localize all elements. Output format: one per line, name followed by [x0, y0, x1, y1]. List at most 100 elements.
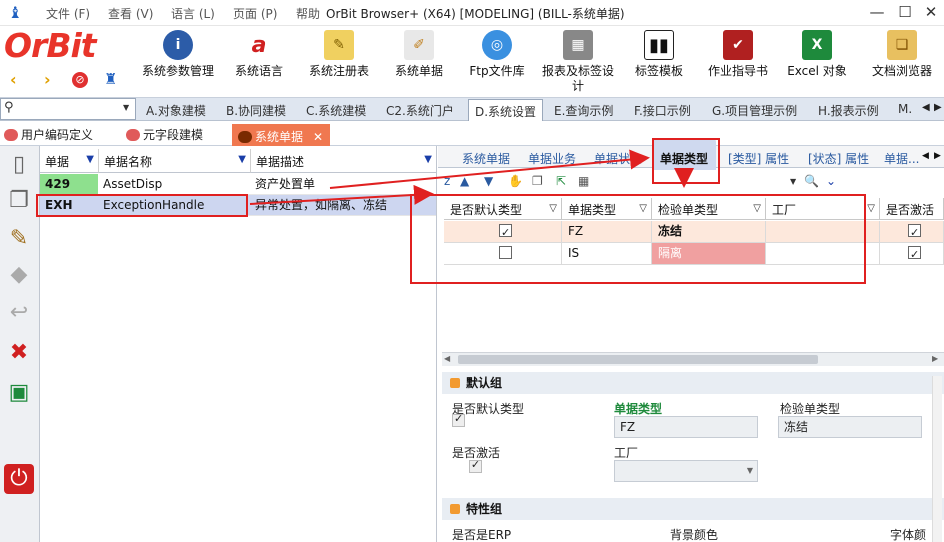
toolbar-button-system-params[interactable]: i 系统参数管理: [140, 28, 216, 94]
tab-document-status[interactable]: 单据状态: [594, 150, 642, 167]
tab-system-settings[interactable]: D.系统设置: [468, 99, 544, 121]
menu-language[interactable]: 语言 (L): [171, 5, 215, 22]
save-icon[interactable]: ◆: [4, 260, 34, 290]
table-row-desc[interactable]: 资产处置单: [250, 174, 436, 195]
table-row-code[interactable]: 429: [40, 174, 98, 195]
excel-icon: X: [802, 30, 832, 60]
erp-label: 是否是ERP: [452, 528, 512, 542]
tab-system-document[interactable]: 系统单据: [462, 150, 510, 167]
tab-document-business[interactable]: 单据业务: [528, 150, 576, 167]
menu-view[interactable]: 查看 (V): [108, 5, 153, 22]
col-header-code[interactable]: 单据 ▼: [40, 149, 98, 173]
users-icon: [126, 128, 140, 141]
factory-select[interactable]: ▼: [614, 460, 758, 482]
close-tab-icon[interactable]: ✕: [313, 130, 323, 144]
tab-collab-modeling[interactable]: B.协同建模: [226, 102, 286, 119]
horizontal-scrollbar[interactable]: ◀ ▶: [442, 352, 944, 366]
copy-icon[interactable]: ❐: [532, 174, 543, 188]
minimize-button[interactable]: —: [866, 2, 888, 22]
tab-report-examples[interactable]: H.报表示例: [818, 102, 879, 119]
maximize-button[interactable]: ☐: [894, 2, 916, 22]
move-up-icon[interactable]: ▲: [460, 174, 469, 188]
home-icon[interactable]: ♜: [104, 70, 117, 88]
tab-scroll-right-icon[interactable]: ▶: [934, 102, 942, 113]
tab-document-more[interactable]: 单据...: [884, 150, 919, 167]
hand-icon[interactable]: ✋: [508, 174, 523, 188]
menu-help[interactable]: 帮助: [296, 5, 320, 22]
dropdown-icon[interactable]: ▼: [790, 177, 796, 186]
tab-status-attributes[interactable]: [状态] 属性: [808, 150, 869, 167]
col-header-name[interactable]: 单据名称 ▼: [98, 149, 250, 173]
scroll-left-icon[interactable]: ◀: [444, 354, 450, 363]
tab-object-modeling[interactable]: A.对象建模: [146, 102, 206, 119]
group-header-default[interactable]: 默认组: [442, 372, 944, 394]
export-icon[interactable]: ⇱: [556, 174, 566, 188]
tab-interface-examples[interactable]: F.接口示例: [634, 102, 691, 119]
doc-type-label: 单据类型: [614, 402, 663, 416]
toolbar-button-system-registry[interactable]: ✎ 系统注册表: [304, 28, 374, 94]
barcode-icon: ▮▮: [644, 30, 674, 60]
chevron-down-icon[interactable]: ▼: [747, 461, 753, 481]
scroll-thumb[interactable]: [458, 355, 818, 364]
is-default-checkbox[interactable]: [452, 412, 465, 427]
doc-type-field[interactable]: FZ: [614, 416, 758, 438]
checkbox-active[interactable]: [880, 221, 944, 243]
vertical-scrollbar[interactable]: [932, 376, 942, 542]
toolbar-button-label-template[interactable]: ▮▮ 标签模板: [630, 28, 688, 94]
doc-tab-user-code[interactable]: 用户编码定义: [4, 126, 93, 143]
tab-project-mgmt[interactable]: G.项目管理示例: [712, 102, 797, 119]
filter-icon[interactable]: ▼: [238, 154, 246, 165]
active-checkbox[interactable]: [468, 458, 482, 473]
orbit-logo: OrBit: [4, 26, 97, 65]
col-header-active[interactable]: 是否激活: [880, 198, 944, 220]
filter-icon[interactable]: ▼: [424, 154, 432, 165]
group-header-properties[interactable]: 特性组: [442, 498, 944, 520]
tab-scroll-left-icon[interactable]: ◀: [922, 151, 929, 161]
checkbox-active[interactable]: [880, 243, 944, 265]
toolbar-button-report-label-design[interactable]: ▦ 报表及标签设计: [540, 28, 616, 94]
doc-tab-system-document[interactable]: 系统单据 ✕: [232, 124, 330, 146]
forward-arrow-icon[interactable]: ›: [44, 70, 51, 89]
chevron-down-icon[interactable]: ▼: [123, 103, 129, 112]
edit-icon[interactable]: ✎: [4, 224, 34, 254]
toolbar-button-system-language[interactable]: a 系统语言: [230, 28, 288, 94]
tab-system-modeling[interactable]: C.系统建模: [306, 102, 366, 119]
exit-icon[interactable]: ⏻: [4, 464, 34, 494]
check-type-field[interactable]: 冻结: [778, 416, 922, 438]
sort-icon[interactable]: z: [444, 174, 450, 188]
toolbar-button-excel-object[interactable]: X Excel 对象: [784, 28, 850, 94]
doc-tab-meta-field[interactable]: 元字段建模: [126, 126, 203, 143]
tab-query-examples[interactable]: E.查询示例: [554, 102, 613, 119]
filter-icon[interactable]: ▼: [86, 154, 94, 165]
export-excel-icon[interactable]: ▣: [4, 378, 34, 408]
expand-icon[interactable]: ⌄: [826, 174, 836, 188]
copy-document-icon[interactable]: ❐: [4, 186, 34, 216]
table-row-name[interactable]: AssetDisp: [98, 174, 250, 195]
delete-icon[interactable]: ✖: [4, 338, 34, 368]
tab-scroll-right-icon[interactable]: ▶: [934, 151, 941, 161]
tab-system-portal[interactable]: C2.系统门户: [386, 102, 454, 119]
stop-icon[interactable]: ⊘: [72, 72, 88, 88]
menu-file[interactable]: 文件 (F): [46, 5, 90, 22]
toolbar-button-ftp[interactable]: ◎ Ftp文件库: [466, 28, 528, 94]
filter-icon[interactable]: ▽: [867, 203, 875, 214]
new-document-icon[interactable]: ▯: [4, 150, 34, 180]
scroll-right-icon[interactable]: ▶: [932, 354, 938, 363]
menu-page[interactable]: 页面 (P): [233, 5, 277, 22]
find-icon[interactable]: 🔍: [804, 174, 819, 188]
undo-icon[interactable]: ↩: [4, 298, 34, 328]
close-button[interactable]: ✕: [920, 2, 942, 22]
tab-scroll-left-icon[interactable]: ◀: [922, 102, 930, 113]
toolbar-button-work-instruction[interactable]: ✔ 作业指导书: [702, 28, 774, 94]
grid-icon[interactable]: ▦: [578, 174, 589, 188]
move-down-icon[interactable]: ▼: [484, 174, 493, 188]
toolbar-button-document-browser[interactable]: ❏ 文档浏览器: [864, 28, 940, 94]
tab-more[interactable]: M.: [898, 102, 912, 116]
search-box[interactable]: ⚲ ▼: [0, 98, 136, 120]
col-header-desc[interactable]: 单据描述 ▼: [250, 149, 436, 173]
back-arrow-icon[interactable]: ‹: [10, 70, 17, 89]
toolbar-button-system-document[interactable]: ✐ 系统单据: [390, 28, 448, 94]
table-row-desc[interactable]: 异常处置，如隔离、冻结: [250, 195, 436, 216]
tab-type-attributes[interactable]: [类型] 属性: [728, 150, 789, 167]
detail-pane: 系统单据 单据业务 单据状态 单据类型 [类型] 属性 [状态] 属性 单据..…: [410, 138, 944, 542]
